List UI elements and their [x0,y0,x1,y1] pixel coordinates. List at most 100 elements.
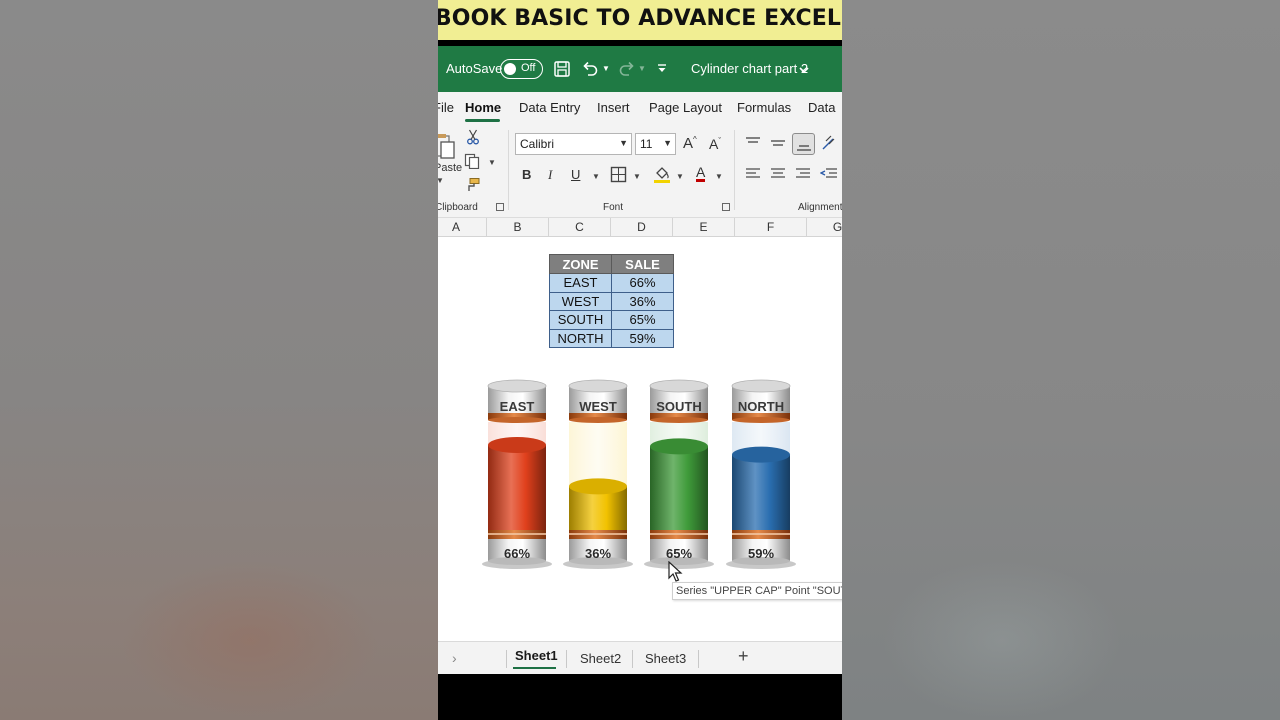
align-middle-icon[interactable] [770,136,786,155]
cylinder-upper-ring-edge [650,417,708,423]
font-name-select[interactable]: Calibri ▼ [515,133,632,155]
paste-icon[interactable] [438,132,456,165]
underline-button[interactable]: U [571,167,580,182]
video-banner: & BOOK BASIC TO ADVANCE EXCEL [438,0,842,46]
underline-dropdown-icon[interactable]: ▼ [592,172,600,181]
grow-font-icon[interactable]: A^ [683,135,697,152]
category-label-south: SOUTH [656,399,702,414]
tooltip-text: Series "UPPER CAP" Point "SOUTH" [676,585,842,597]
alignment-group-label: Alignment [798,202,842,213]
value-label-north: 59% [748,546,774,561]
align-top-icon[interactable] [745,136,761,155]
borders-dropdown-icon[interactable]: ▼ [633,172,641,181]
value-label-east: 66% [504,546,530,561]
fill-color-icon[interactable] [653,165,671,189]
chart-tooltip: Series "UPPER CAP" Point "SOUTH" [672,582,842,600]
tab-divider [698,650,699,668]
video-background-right [842,0,1280,720]
cylinder-ring-highlight [488,533,546,535]
cylinder-cap-top [649,379,709,393]
customize-toolbar-icon[interactable] [656,62,668,80]
borders-icon[interactable] [610,166,627,188]
align-right-icon[interactable] [795,167,811,186]
cylinder-bar-east [488,445,546,536]
column-header-a[interactable]: A [438,218,487,237]
tab-data[interactable]: Data [808,100,835,115]
chevron-down-icon[interactable] [798,63,810,81]
cylinder-bar-south [650,446,708,536]
category-label-north: NORTH [738,399,784,414]
font-color-button[interactable]: A [696,165,706,182]
cylinder-upper-ring-edge [488,417,546,423]
redo-dropdown-icon[interactable]: ▼ [638,64,646,73]
tab-insert[interactable]: Insert [597,100,630,115]
cylinder-bar-north [732,454,790,536]
cylinder-bar-top [650,438,708,455]
tab-file[interactable]: File [438,100,454,115]
font-color-dropdown-icon[interactable]: ▼ [715,172,723,181]
add-sheet-icon[interactable]: + [738,646,749,667]
worksheet-grid[interactable]: ZONE SALE EAST 66% WEST 36% SOUTH 65% NO… [438,237,842,641]
video-bottom-bar [438,674,842,720]
decrease-indent-icon[interactable] [819,167,838,186]
paste-label[interactable]: Paste [438,162,462,174]
column-header-e[interactable]: E [673,218,735,237]
autosave-toggle[interactable]: Off [500,59,543,79]
format-painter-icon[interactable] [465,177,481,198]
column-header-g[interactable]: G [807,218,842,237]
cylinder-ring-highlight [732,533,790,535]
value-label-south: 65% [666,546,692,561]
clipboard-launcher-icon[interactable] [496,203,504,211]
redo-icon[interactable] [618,60,636,83]
font-launcher-icon[interactable] [722,203,730,211]
undo-dropdown-icon[interactable]: ▼ [602,64,610,73]
column-header-c[interactable]: C [549,218,611,237]
column-header-f[interactable]: F [735,218,807,237]
value-label-west: 36% [585,546,611,561]
group-divider [508,130,509,210]
column-header-d[interactable]: D [611,218,673,237]
tab-page-layout[interactable]: Page Layout [649,100,722,115]
font-name-value: Calibri [520,137,555,151]
font-size-select[interactable]: 11 ▼ [635,133,676,155]
sheet-tab-sheet1[interactable]: Sheet1 [515,648,558,663]
cut-icon[interactable] [466,129,480,150]
cylinder-cap-top [487,379,547,393]
cylinder-cap-top [568,379,628,393]
column-header-b[interactable]: B [487,218,549,237]
cylinder-bar-top [488,437,546,454]
ribbon-tabs: File Home Data Entry Insert Page Layout … [438,92,842,124]
category-label-west: WEST [579,399,617,414]
fill-color-dropdown-icon[interactable]: ▼ [676,172,684,181]
chevron-right-icon[interactable]: › [452,650,457,666]
category-label-east: EAST [500,399,535,414]
group-divider [734,130,735,210]
active-sheet-indicator [513,667,556,669]
align-bottom-button[interactable] [792,133,815,155]
orientation-icon[interactable] [821,135,839,156]
document-title[interactable]: Cylinder chart part 2 [691,61,808,76]
bold-button[interactable]: B [522,167,531,182]
sheet-tab-sheet3[interactable]: Sheet3 [645,651,686,666]
tab-data-entry[interactable]: Data Entry [519,100,580,115]
banner-strip: & BOOK BASIC TO ADVANCE EXCEL [438,0,842,40]
toggle-knob [504,62,516,75]
banner-text: & BOOK BASIC TO ADVANCE EXCEL [438,6,841,31]
align-left-icon[interactable] [745,167,761,186]
undo-icon[interactable] [581,60,599,83]
paste-dropdown-icon[interactable]: ▼ [438,176,444,185]
font-size-value: 11 [640,137,653,151]
italic-button[interactable]: I [548,167,552,183]
autosave-label: AutoSave [446,61,503,76]
tab-formulas[interactable]: Formulas [737,100,791,115]
excel-video-frame: & BOOK BASIC TO ADVANCE EXCEL AutoSave O… [438,0,842,720]
chevron-down-icon: ▼ [619,138,628,148]
align-center-icon[interactable] [770,167,786,186]
copy-dropdown-icon[interactable]: ▼ [488,158,496,167]
tab-home[interactable]: Home [465,100,501,115]
shrink-font-icon[interactable]: Aˇ [709,136,721,152]
save-icon[interactable] [553,60,571,83]
cylinder-chart[interactable]: EAST 66% WEST 36% SOUTH 65% NORTH 59% [438,237,842,641]
copy-icon[interactable] [464,153,480,174]
sheet-tab-sheet2[interactable]: Sheet2 [580,651,621,666]
